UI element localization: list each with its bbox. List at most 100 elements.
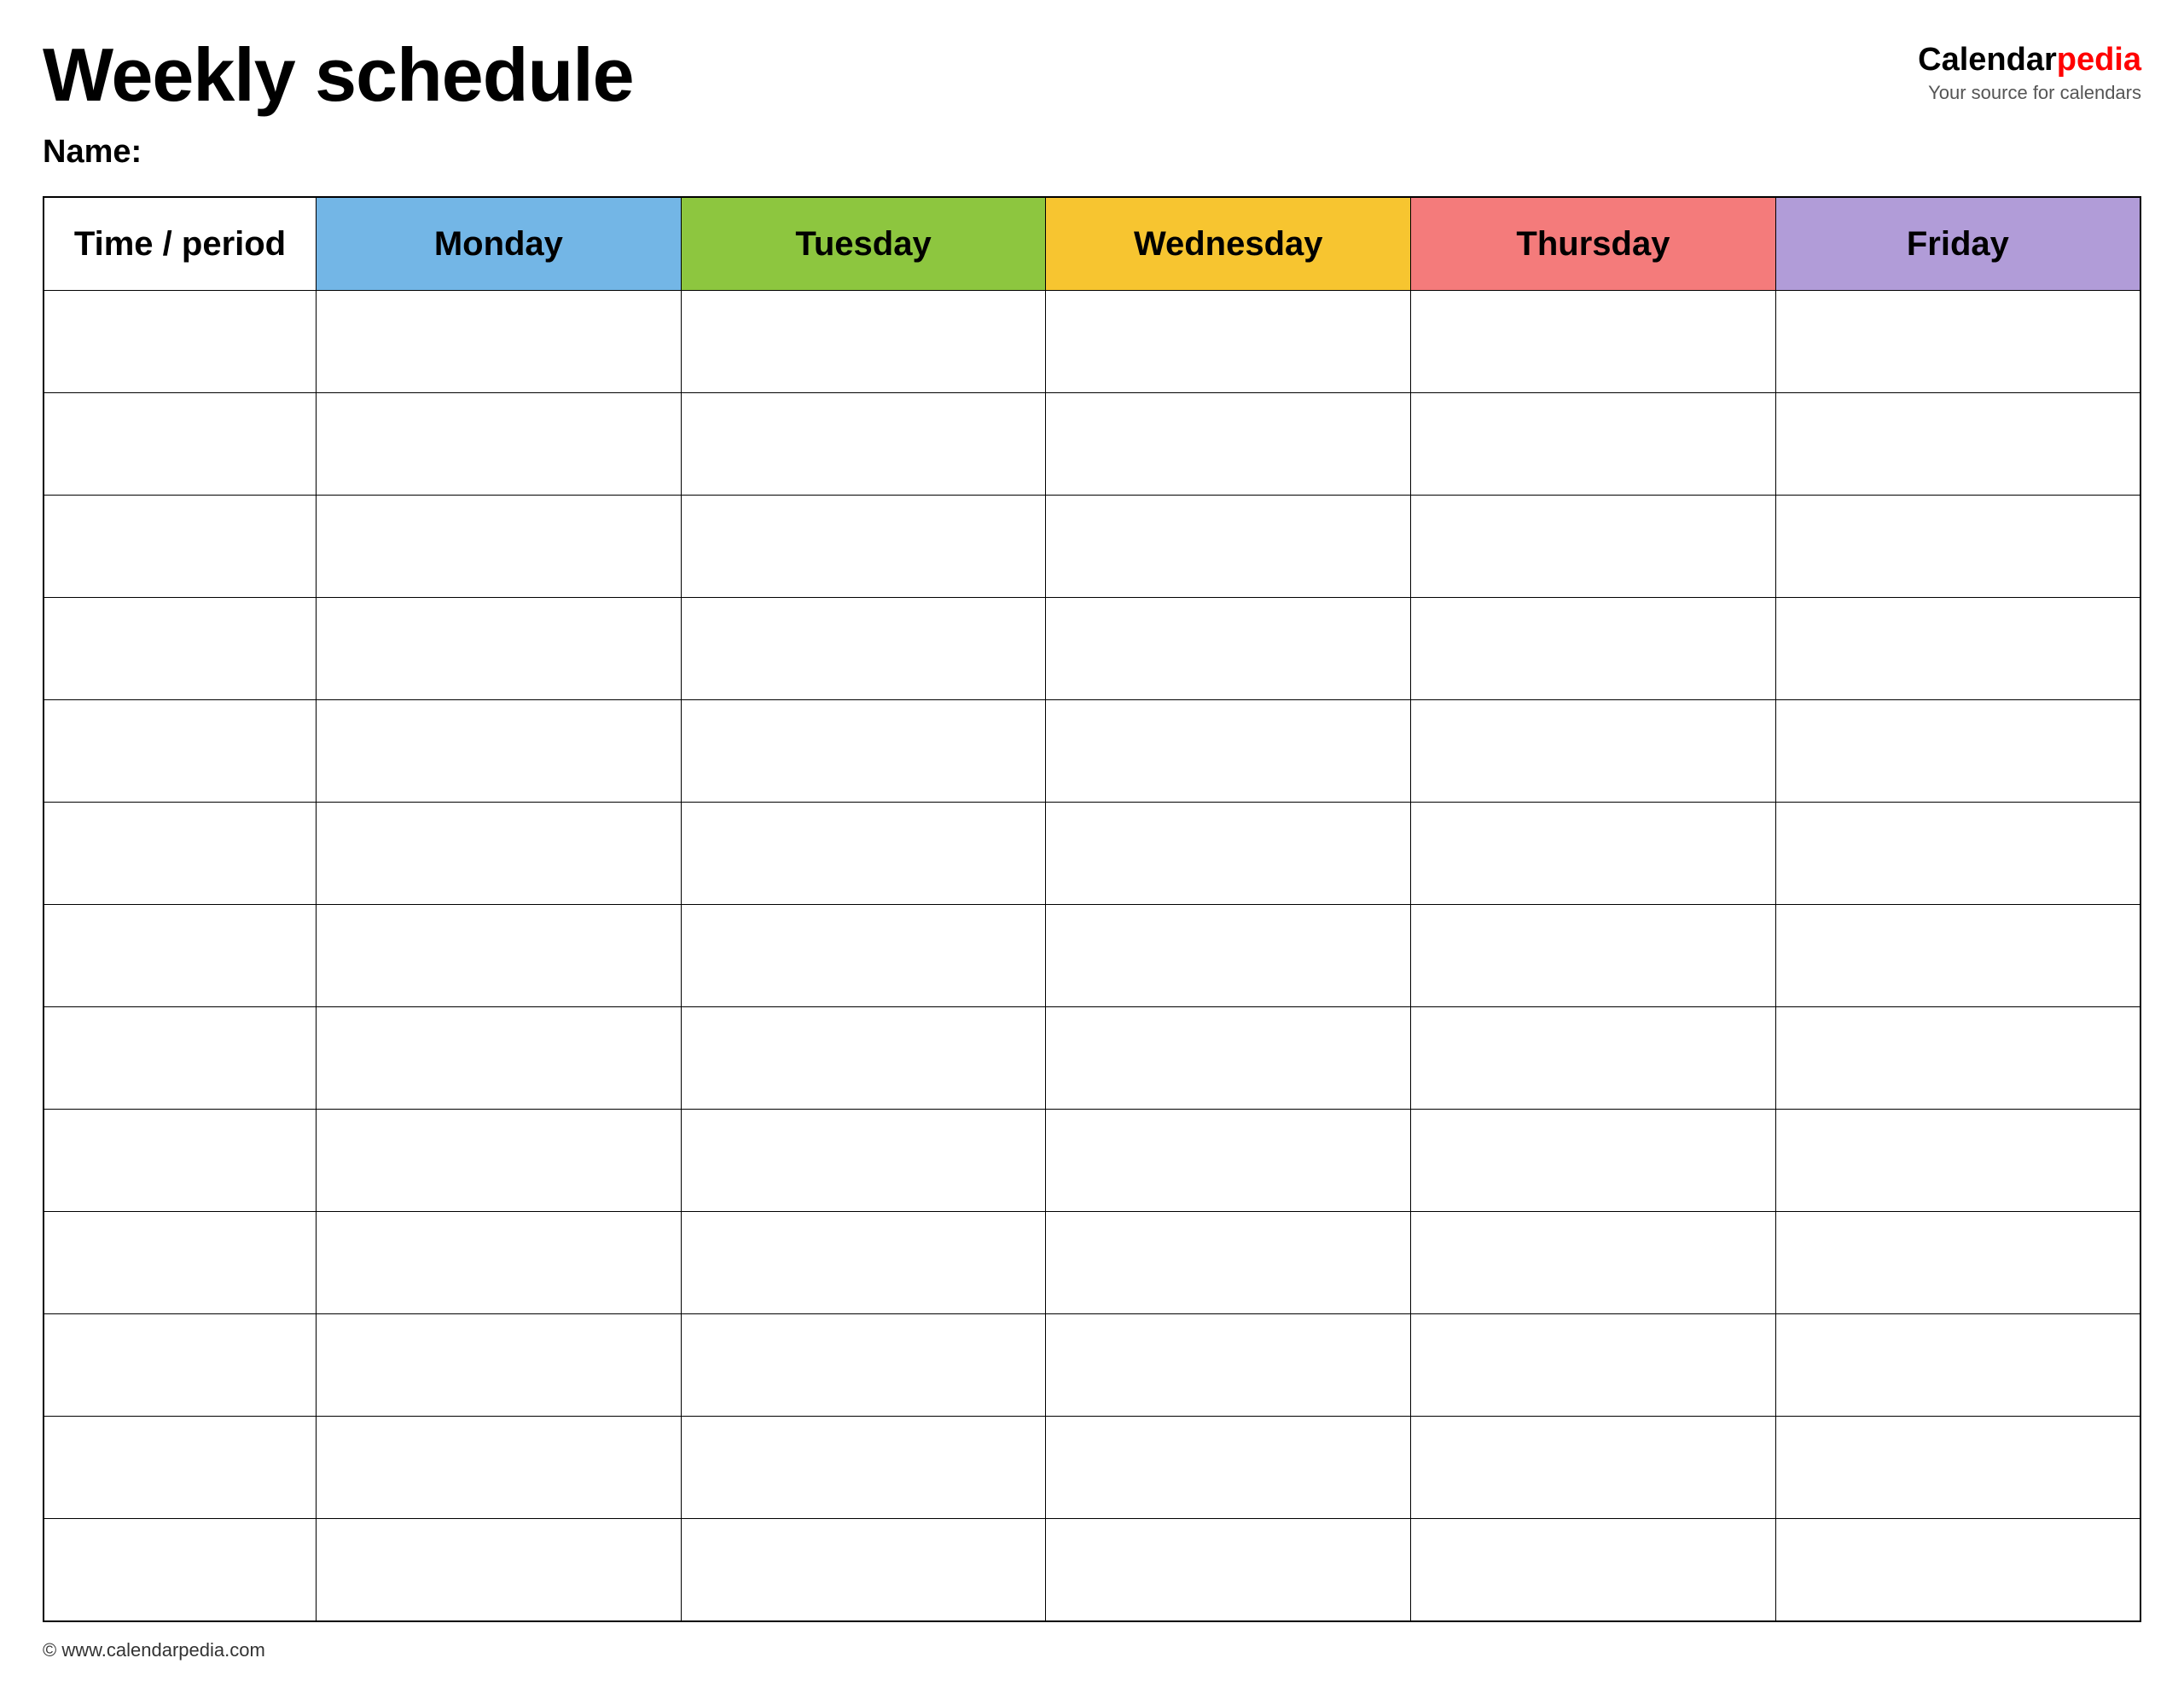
table-cell[interactable]	[681, 1314, 1046, 1417]
table-cell[interactable]	[44, 1212, 317, 1314]
table-cell[interactable]	[681, 496, 1046, 598]
table-cell[interactable]	[44, 496, 317, 598]
table-cell[interactable]	[1046, 291, 1411, 393]
table-cell[interactable]	[317, 496, 682, 598]
table-cell[interactable]	[1046, 1110, 1411, 1212]
table-row	[44, 291, 2140, 393]
table-cell[interactable]	[1411, 291, 1776, 393]
table-cell[interactable]	[1046, 700, 1411, 803]
table-cell[interactable]	[317, 1007, 682, 1110]
table-cell[interactable]	[1411, 803, 1776, 905]
header-section: Weekly schedule Calendarpedia Your sourc…	[43, 34, 2141, 117]
table-cell[interactable]	[1046, 1417, 1411, 1519]
schedule-table: Time / period Monday Tuesday Wednesday T…	[43, 196, 2141, 1622]
table-cell[interactable]	[44, 598, 317, 700]
table-cell[interactable]	[1775, 291, 2140, 393]
table-cell[interactable]	[317, 1212, 682, 1314]
table-row	[44, 598, 2140, 700]
table-header-row: Time / period Monday Tuesday Wednesday T…	[44, 197, 2140, 291]
table-cell[interactable]	[317, 1417, 682, 1519]
table-cell[interactable]	[1775, 803, 2140, 905]
table-cell[interactable]	[1046, 393, 1411, 496]
page-title: Weekly schedule	[43, 34, 1918, 117]
footer: © www.calendarpedia.com	[43, 1639, 2141, 1661]
name-label: Name:	[43, 134, 2141, 171]
table-cell[interactable]	[681, 700, 1046, 803]
table-cell[interactable]	[1046, 1007, 1411, 1110]
table-cell[interactable]	[317, 1314, 682, 1417]
table-cell[interactable]	[1411, 393, 1776, 496]
table-cell[interactable]	[1046, 1212, 1411, 1314]
table-cell[interactable]	[681, 905, 1046, 1007]
table-cell[interactable]	[1411, 598, 1776, 700]
table-cell[interactable]	[1411, 1417, 1776, 1519]
table-cell[interactable]	[681, 598, 1046, 700]
table-row	[44, 1519, 2140, 1621]
table-cell[interactable]	[1046, 905, 1411, 1007]
table-cell[interactable]	[1411, 1110, 1776, 1212]
table-cell[interactable]	[1775, 496, 2140, 598]
table-cell[interactable]	[44, 1110, 317, 1212]
table-cell[interactable]	[44, 803, 317, 905]
table-cell[interactable]	[681, 803, 1046, 905]
table-cell[interactable]	[1046, 496, 1411, 598]
table-cell[interactable]	[317, 1519, 682, 1621]
table-cell[interactable]	[1775, 598, 2140, 700]
table-cell[interactable]	[681, 393, 1046, 496]
table-cell[interactable]	[317, 598, 682, 700]
table-row	[44, 803, 2140, 905]
table-cell[interactable]	[1775, 1110, 2140, 1212]
table-cell[interactable]	[681, 291, 1046, 393]
table-row	[44, 1212, 2140, 1314]
table-cell[interactable]	[681, 1007, 1046, 1110]
table-cell[interactable]	[317, 291, 682, 393]
table-cell[interactable]	[1775, 905, 2140, 1007]
header-thursday: Thursday	[1411, 197, 1776, 291]
table-cell[interactable]	[44, 700, 317, 803]
table-cell[interactable]	[44, 1417, 317, 1519]
table-cell[interactable]	[1411, 905, 1776, 1007]
table-cell[interactable]	[1046, 1519, 1411, 1621]
table-cell[interactable]	[1775, 1212, 2140, 1314]
table-cell[interactable]	[44, 291, 317, 393]
table-cell[interactable]	[317, 803, 682, 905]
table-cell[interactable]	[681, 1212, 1046, 1314]
table-cell[interactable]	[1411, 1007, 1776, 1110]
table-row	[44, 1110, 2140, 1212]
table-cell[interactable]	[1411, 700, 1776, 803]
table-cell[interactable]	[1775, 1417, 2140, 1519]
logo-text: Calendarpedia	[1918, 43, 2141, 78]
table-cell[interactable]	[1411, 1519, 1776, 1621]
header-monday: Monday	[317, 197, 682, 291]
table-cell[interactable]	[44, 393, 317, 496]
table-cell[interactable]	[1775, 1519, 2140, 1621]
table-cell[interactable]	[1411, 1212, 1776, 1314]
table-cell[interactable]	[1046, 1314, 1411, 1417]
table-cell[interactable]	[44, 1519, 317, 1621]
logo-calendar: Calendar	[1918, 42, 2057, 78]
table-cell[interactable]	[1775, 1314, 2140, 1417]
table-cell[interactable]	[1046, 598, 1411, 700]
table-cell[interactable]	[1411, 496, 1776, 598]
table-cell[interactable]	[1411, 1314, 1776, 1417]
title-area: Weekly schedule	[43, 34, 1918, 117]
table-cell[interactable]	[1775, 1007, 2140, 1110]
table-cell[interactable]	[44, 1314, 317, 1417]
table-cell[interactable]	[317, 393, 682, 496]
table-cell[interactable]	[44, 905, 317, 1007]
table-cell[interactable]	[317, 905, 682, 1007]
table-cell[interactable]	[1046, 803, 1411, 905]
header-friday: Friday	[1775, 197, 2140, 291]
table-cell[interactable]	[1775, 700, 2140, 803]
table-cell[interactable]	[681, 1417, 1046, 1519]
table-cell[interactable]	[1775, 393, 2140, 496]
table-cell[interactable]	[317, 700, 682, 803]
table-cell[interactable]	[681, 1519, 1046, 1621]
table-row	[44, 1007, 2140, 1110]
table-row	[44, 1417, 2140, 1519]
table-cell[interactable]	[681, 1110, 1046, 1212]
table-row	[44, 496, 2140, 598]
table-cell[interactable]	[44, 1007, 317, 1110]
logo-area: Calendarpedia Your source for calendars	[1918, 43, 2141, 104]
table-cell[interactable]	[317, 1110, 682, 1212]
